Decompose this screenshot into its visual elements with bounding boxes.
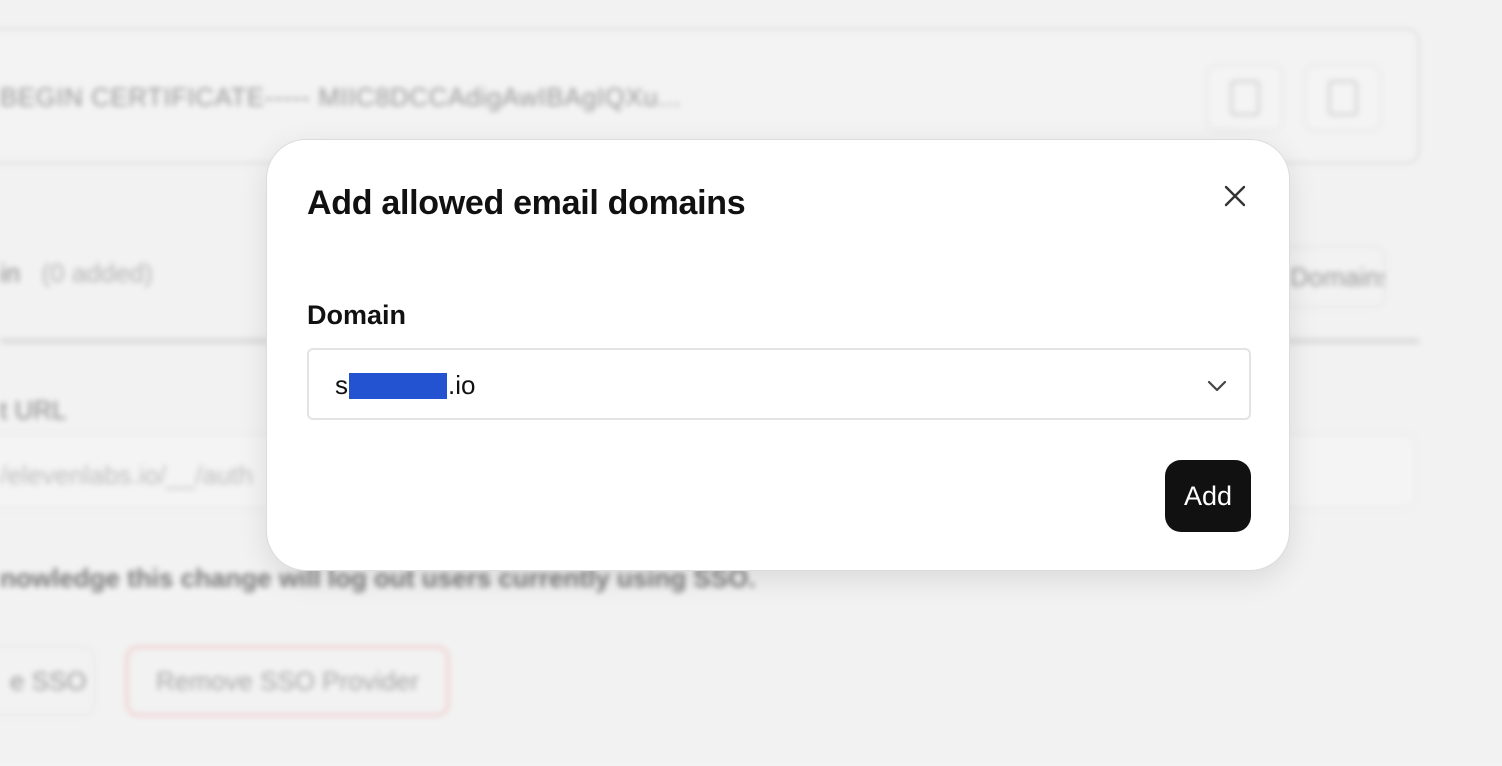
domain-value-prefix: s (335, 370, 348, 400)
modal-title: Add allowed email domains (307, 184, 746, 222)
domain-field-label: Domain (307, 300, 407, 330)
domain-select-value: s .io (335, 370, 475, 401)
redaction-block (349, 372, 447, 399)
domain-select[interactable]: s .io (307, 348, 1251, 420)
chevron-down-icon (1207, 380, 1227, 392)
add-button[interactable]: Add (1165, 460, 1251, 532)
close-icon (1224, 185, 1246, 207)
add-domains-modal: Add allowed email domains Domain s .io A… (266, 139, 1290, 571)
domain-value-suffix: .io (448, 370, 476, 400)
close-button[interactable] (1217, 178, 1253, 214)
